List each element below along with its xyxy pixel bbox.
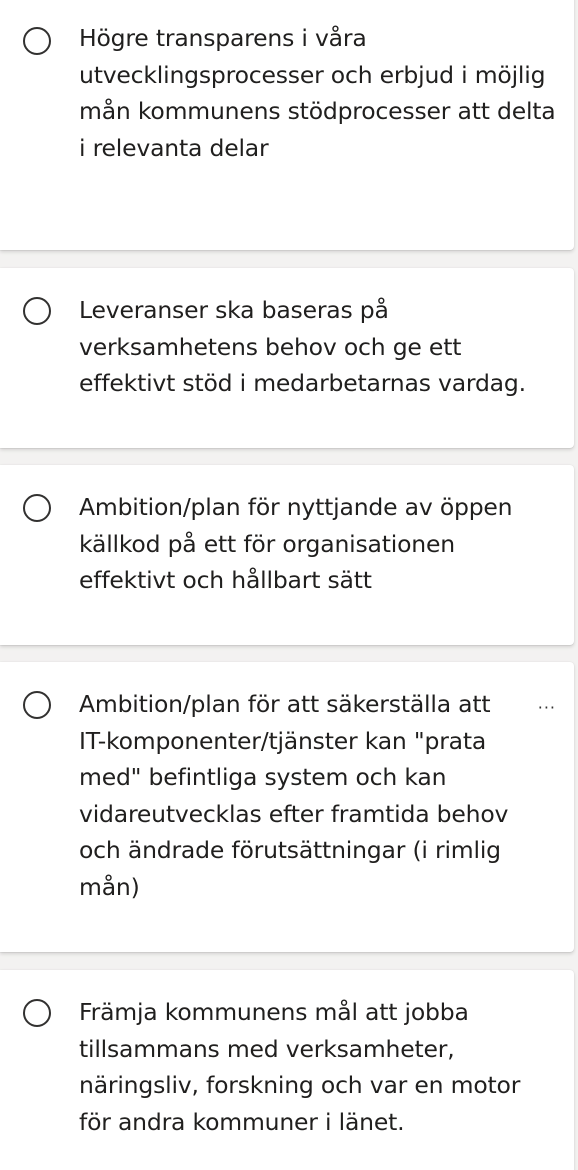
option-label: Högre transparens i våra utvecklingsproc… bbox=[79, 24, 556, 162]
radio-button[interactable] bbox=[23, 999, 51, 1027]
option-label: Ambition/plan för nyttjande av öppen käl… bbox=[79, 493, 513, 595]
radio-button[interactable] bbox=[23, 691, 51, 719]
option-card[interactable]: Högre transparens i våra utvecklingsproc… bbox=[0, 0, 574, 250]
option-card[interactable]: Leveranser ska baseras på verksamhetens … bbox=[0, 268, 574, 448]
ranking-options-list: Högre transparens i våra utvecklingsproc… bbox=[0, 0, 578, 1170]
radio-button[interactable] bbox=[23, 297, 51, 325]
radio-button[interactable] bbox=[23, 494, 51, 522]
more-horizontal-icon[interactable]: ··· bbox=[538, 700, 556, 716]
option-card[interactable]: Ambition/plan för att säkerställa att IT… bbox=[0, 662, 574, 952]
option-label: Främja kommunens mål att jobba tillsamma… bbox=[79, 998, 521, 1136]
option-card[interactable]: Främja kommunens mål att jobba tillsamma… bbox=[0, 970, 574, 1170]
option-card[interactable]: Ambition/plan för nyttjande av öppen käl… bbox=[0, 465, 574, 645]
option-label: Leveranser ska baseras på verksamhetens … bbox=[79, 296, 526, 398]
radio-button[interactable] bbox=[23, 27, 51, 55]
option-label: Ambition/plan för att säkerställa att IT… bbox=[79, 690, 509, 901]
